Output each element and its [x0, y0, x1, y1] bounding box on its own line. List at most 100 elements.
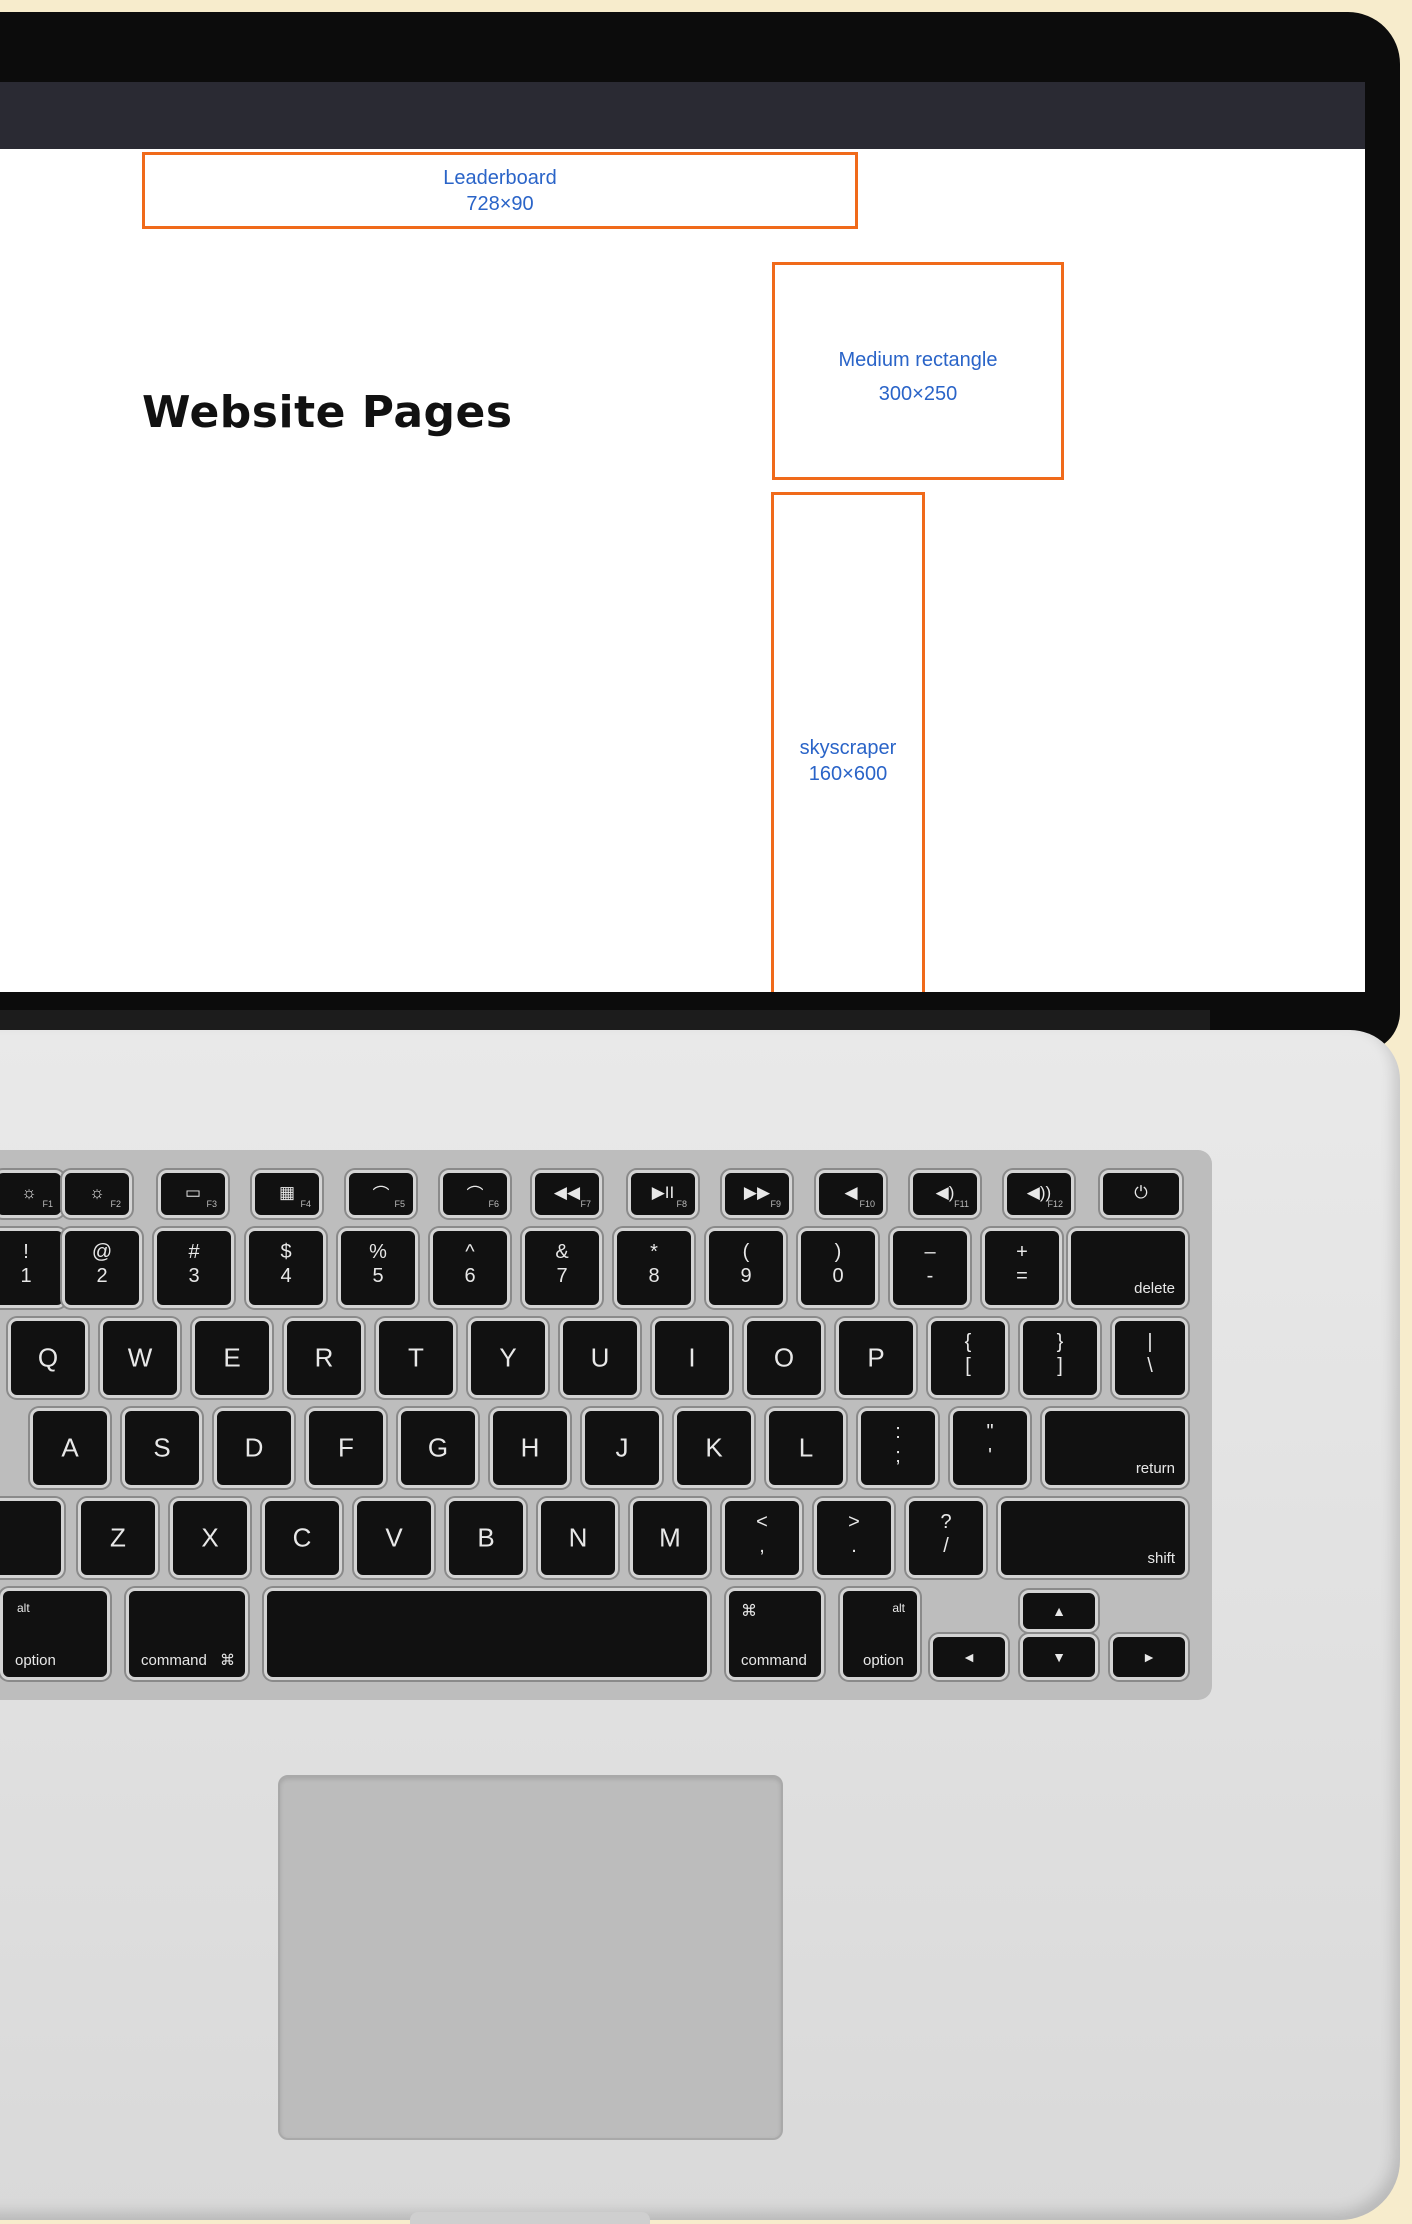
key-space[interactable]: [264, 1588, 710, 1680]
key-char: U: [590, 1342, 610, 1373]
key-fn-3[interactable]: ▭ F3: [158, 1170, 228, 1218]
key-r[interactable]: R: [284, 1318, 364, 1398]
key-alt-label: alt: [892, 1601, 905, 1615]
key-o[interactable]: O: [744, 1318, 824, 1398]
key-right-option[interactable]: alt option: [840, 1588, 920, 1680]
key-y[interactable]: Y: [468, 1318, 548, 1398]
key-z[interactable]: Z: [78, 1498, 158, 1578]
key-punct2-2[interactable]: ? /: [906, 1498, 986, 1578]
key-a[interactable]: A: [30, 1408, 110, 1488]
key-fn-10[interactable]: ◀ F10: [816, 1170, 886, 1218]
key-8[interactable]: * 8: [614, 1228, 694, 1308]
key-fn-6[interactable]: ⌒ F6: [440, 1170, 510, 1218]
key-punct2-1[interactable]: >.: [814, 1498, 894, 1578]
laptop-front-notch: [410, 2212, 650, 2224]
key-char: ': [988, 1445, 992, 1467]
key-shift-char: >: [848, 1511, 860, 1533]
key--[interactable]: – -: [890, 1228, 970, 1308]
arrow-down-icon: ▼: [1052, 1649, 1066, 1665]
ad-medium-rectangle[interactable]: Medium rectangle 300×250: [772, 262, 1064, 480]
key-7[interactable]: & 7: [522, 1228, 602, 1308]
key-9[interactable]: (9: [706, 1228, 786, 1308]
key-char: I: [688, 1342, 696, 1373]
key-n[interactable]: N: [538, 1498, 618, 1578]
key-p[interactable]: P: [836, 1318, 916, 1398]
key-char: P: [867, 1342, 885, 1373]
key-h[interactable]: H: [490, 1408, 570, 1488]
ad-leaderboard[interactable]: Leaderboard 728×90: [142, 152, 858, 229]
key-3[interactable]: #3: [154, 1228, 234, 1308]
key-arrow-left[interactable]: ◄: [930, 1634, 1008, 1680]
key-b[interactable]: B: [446, 1498, 526, 1578]
key-left-option[interactable]: alt option: [0, 1588, 110, 1680]
key-k[interactable]: K: [674, 1408, 754, 1488]
key-arrow-right[interactable]: ►: [1110, 1634, 1188, 1680]
key-bracket-0[interactable]: {[: [928, 1318, 1008, 1398]
key-1[interactable]: ! 1: [0, 1228, 66, 1308]
key-char: [: [965, 1355, 971, 1377]
key-char: 7: [556, 1265, 568, 1287]
key-char: 0: [832, 1265, 844, 1287]
key-2[interactable]: @2: [62, 1228, 142, 1308]
ad-skyscraper[interactable]: skyscraper 160×600: [771, 492, 925, 992]
key-fn-12[interactable]: ◀)) F12: [1004, 1170, 1074, 1218]
key-char: =: [1016, 1265, 1028, 1287]
key-g[interactable]: G: [398, 1408, 478, 1488]
key-char: C: [292, 1522, 312, 1553]
key-fn-1[interactable]: ☼ F1: [0, 1170, 64, 1218]
key-shift-char: ": [986, 1421, 994, 1443]
key-e[interactable]: E: [192, 1318, 272, 1398]
key-l[interactable]: L: [766, 1408, 846, 1488]
key-x[interactable]: X: [170, 1498, 250, 1578]
key-shift-char: –: [924, 1241, 936, 1263]
key-0[interactable]: ) 0: [798, 1228, 878, 1308]
key-5[interactable]: % 5: [338, 1228, 418, 1308]
key-fn-2[interactable]: ☼ F2: [62, 1170, 132, 1218]
key-i[interactable]: I: [652, 1318, 732, 1398]
key-bracket-1[interactable]: }]: [1020, 1318, 1100, 1398]
key-left-shift-stub[interactable]: [0, 1498, 64, 1578]
key-fn-11[interactable]: ◀) F11: [910, 1170, 980, 1218]
key-char: F: [338, 1432, 354, 1463]
key-fn-4[interactable]: ▦ F4: [252, 1170, 322, 1218]
key-arrow-up[interactable]: ▲: [1020, 1590, 1098, 1632]
key-d[interactable]: D: [214, 1408, 294, 1488]
key-s[interactable]: S: [122, 1408, 202, 1488]
fn-label: F9: [770, 1199, 781, 1209]
key-return[interactable]: return: [1042, 1408, 1188, 1488]
key-j[interactable]: J: [582, 1408, 662, 1488]
arrow-right-icon: ►: [1142, 1649, 1156, 1665]
key-6[interactable]: ^ 6: [430, 1228, 510, 1308]
key-=[interactable]: + =: [982, 1228, 1062, 1308]
key-v[interactable]: V: [354, 1498, 434, 1578]
key-punct-1[interactable]: " ': [950, 1408, 1030, 1488]
key-f[interactable]: F: [306, 1408, 386, 1488]
key-punct2-0[interactable]: <,: [722, 1498, 802, 1578]
key-left-command[interactable]: command ⌘: [126, 1588, 248, 1680]
key-q[interactable]: Q: [8, 1318, 88, 1398]
key-4[interactable]: $4: [246, 1228, 326, 1308]
key-fn-8[interactable]: ▶II F8: [628, 1170, 698, 1218]
key-m[interactable]: M: [630, 1498, 710, 1578]
key-punct-0[interactable]: :;: [858, 1408, 938, 1488]
key-w[interactable]: W: [100, 1318, 180, 1398]
fn-label: F6: [488, 1199, 499, 1209]
command-icon: ⌘: [741, 1603, 757, 1620]
key-right-shift[interactable]: shift: [998, 1498, 1188, 1578]
key-c[interactable]: C: [262, 1498, 342, 1578]
key-fn-7[interactable]: ◀◀ F7: [532, 1170, 602, 1218]
key-fn-5[interactable]: ⌒ F5: [346, 1170, 416, 1218]
key-arrow-down[interactable]: ▼: [1020, 1634, 1098, 1680]
key-right-command[interactable]: ⌘ command: [726, 1588, 824, 1680]
key-bracket-2[interactable]: | \: [1112, 1318, 1188, 1398]
key-char: B: [477, 1522, 495, 1553]
key-fn-13[interactable]: ⏻: [1100, 1170, 1182, 1218]
key-delete[interactable]: delete: [1068, 1228, 1188, 1308]
trackpad[interactable]: [278, 1775, 783, 2140]
key-shift-char: (: [742, 1241, 750, 1263]
key-t[interactable]: T: [376, 1318, 456, 1398]
fn-label: F12: [1047, 1199, 1063, 1209]
key-fn-9[interactable]: ▶▶ F9: [722, 1170, 792, 1218]
ad-medium-rectangle-size: 300×250: [878, 383, 958, 405]
key-u[interactable]: U: [560, 1318, 640, 1398]
